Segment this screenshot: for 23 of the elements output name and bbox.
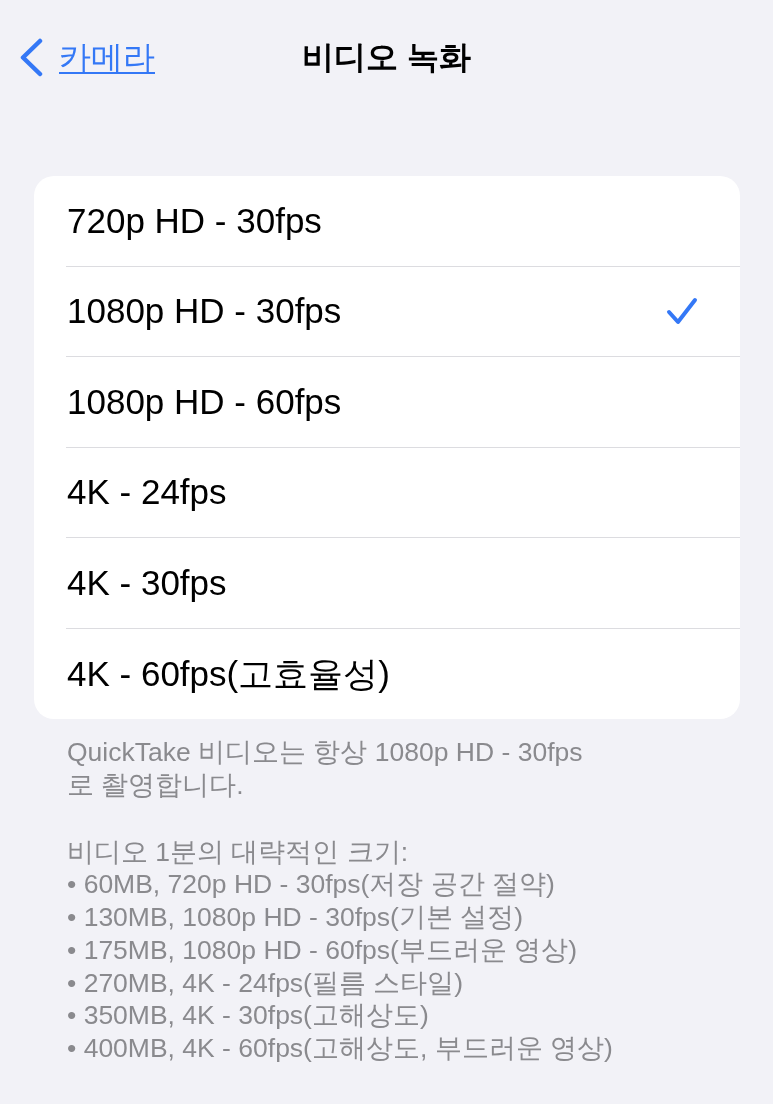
option-row[interactable]: 1080p HD - 60fps [66, 357, 740, 448]
option-row[interactable]: 4K - 30fps [66, 538, 740, 629]
chevron-left-icon [19, 37, 43, 77]
option-label: 1080p HD - 60fps [66, 380, 342, 423]
option-row[interactable]: 4K - 24fps [66, 447, 740, 538]
option-row[interactable]: 1080p HD - 30fps [66, 266, 740, 357]
size-list-item: • 400MB, 4K - 60fps(고해상도, 부드러운 영상) [67, 1032, 614, 1066]
page-title: 비디오 녹화 [302, 38, 471, 77]
option-label: 720p HD - 30fps [66, 199, 322, 242]
footer-note: QuickTake 비디오는 항상 1080p HD - 30fps로 촬영합니다. [67, 735, 584, 802]
option-row[interactable]: 4K - 60fps(고효율성) [66, 628, 740, 719]
option-label: 1080p HD - 30fps [66, 290, 342, 333]
option-label: 4K - 24fps [66, 471, 227, 514]
option-row[interactable]: 720p HD - 30fps [66, 176, 740, 267]
size-list-item: • 350MB, 4K - 30fps(고해상도) [67, 999, 430, 1033]
size-list-item: • 270MB, 4K - 24fps(필름 스타일) [67, 966, 465, 1000]
option-label: 4K - 30fps [66, 561, 227, 604]
back-link[interactable]: 카메라 [19, 37, 155, 77]
sizes-heading: 비디오 1분의 대략적인 크기: [67, 835, 410, 869]
size-list-item: • 130MB, 1080p HD - 30fps(기본 설정) [67, 901, 525, 934]
size-list-item: • 60MB, 720p HD - 30fps(저장 공간 절약) [67, 868, 556, 902]
option-label: 4K - 60fps(고효율성) [66, 652, 390, 695]
size-list-item: • 175MB, 1080p HD - 60fps(부드러운 영상) [67, 933, 579, 967]
